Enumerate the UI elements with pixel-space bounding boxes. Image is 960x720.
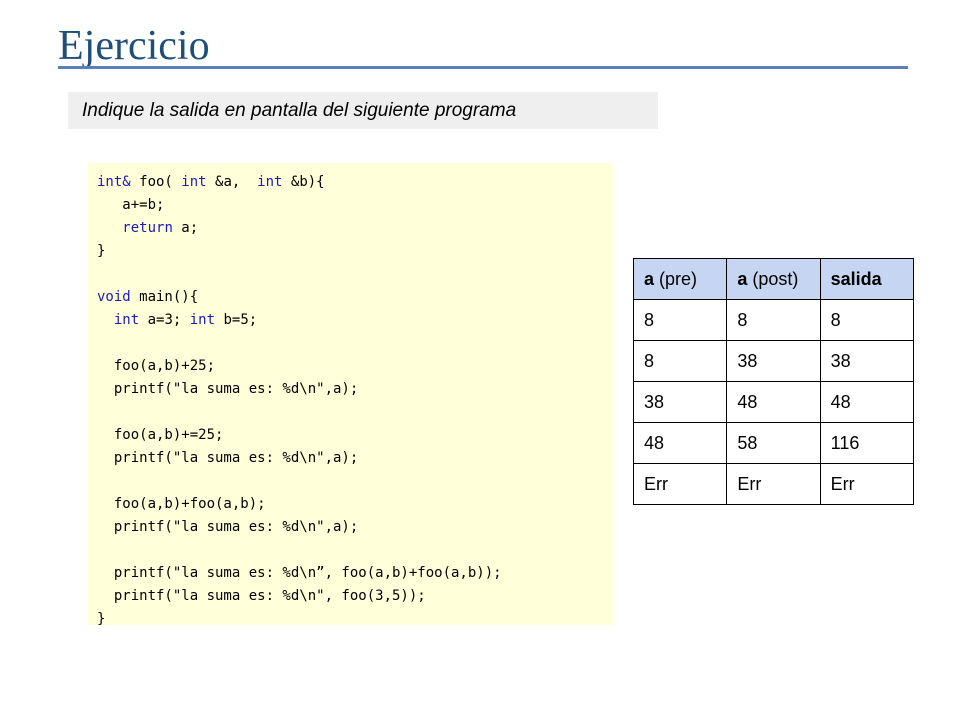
code-block: int& foo( int &a, int &b){ a+=b; return … [88, 163, 613, 627]
header-a-pre: a (pre) [632, 258, 728, 300]
code-line-3: return a; [122, 220, 199, 236]
code-line-16: printf("la suma es: %d\n",a); [97, 519, 359, 535]
header-salida: salida [819, 258, 915, 300]
table-cell: 38 [819, 340, 915, 382]
code-line-13: printf("la suma es: %d\n",a); [97, 450, 359, 466]
table-cell: 48 [819, 381, 915, 423]
code-line-18: printf("la suma es: %d\n”, foo(a,b)+foo(… [97, 565, 502, 581]
header-a-post: a (post) [726, 258, 821, 300]
table-cell: 8 [632, 340, 728, 382]
table-row: Err Err Err [632, 463, 915, 505]
table-cell: Err [819, 463, 915, 505]
instruction-text: Indique la salida en pantalla del siguie… [82, 99, 517, 121]
code-line-2: a+=b; [97, 197, 165, 213]
table-cell: 38 [726, 340, 821, 382]
table-cell: 116 [819, 422, 915, 464]
code-line-10: printf("la suma es: %d\n",a); [97, 381, 359, 397]
code-line-6: void main(){ [97, 289, 199, 305]
code-line-20: } [97, 611, 106, 627]
code-line-1: int& foo( int &a, int &b){ [97, 174, 325, 190]
table-cell: 8 [726, 299, 821, 341]
table-row: 38 48 48 [632, 381, 915, 423]
table-cell: 38 [632, 381, 728, 423]
table-cell: 8 [632, 299, 728, 341]
code-line-19: printf("la suma es: %d\n", foo(3,5)); [97, 588, 426, 604]
table-row: 8 38 38 [632, 340, 915, 382]
code-line-9: foo(a,b)+25; [97, 358, 216, 374]
instruction-box: Indique la salida en pantalla del siguie… [68, 92, 658, 129]
table-cell: 48 [632, 422, 728, 464]
table-header-row: a (pre) a (post) salida [632, 258, 915, 300]
code-line-7: int a=3; int b=5; [113, 312, 258, 328]
table-cell: 8 [819, 299, 915, 341]
title-underline [58, 66, 908, 69]
table-cell: Err [632, 463, 728, 505]
table-row: 48 58 116 [632, 422, 915, 464]
table-row: 8 8 8 [632, 299, 915, 341]
slide-title: Ejercicio [58, 23, 210, 69]
table-cell: 58 [726, 422, 821, 464]
code-line-15: foo(a,b)+foo(a,b); [97, 496, 266, 512]
code-line-4: } [97, 243, 106, 259]
table-cell: Err [726, 463, 821, 505]
code-line-12: foo(a,b)+=25; [97, 427, 224, 443]
answer-table: a (pre) a (post) salida 8 8 8 8 38 38 38… [632, 258, 915, 505]
table-cell: 48 [726, 381, 821, 423]
